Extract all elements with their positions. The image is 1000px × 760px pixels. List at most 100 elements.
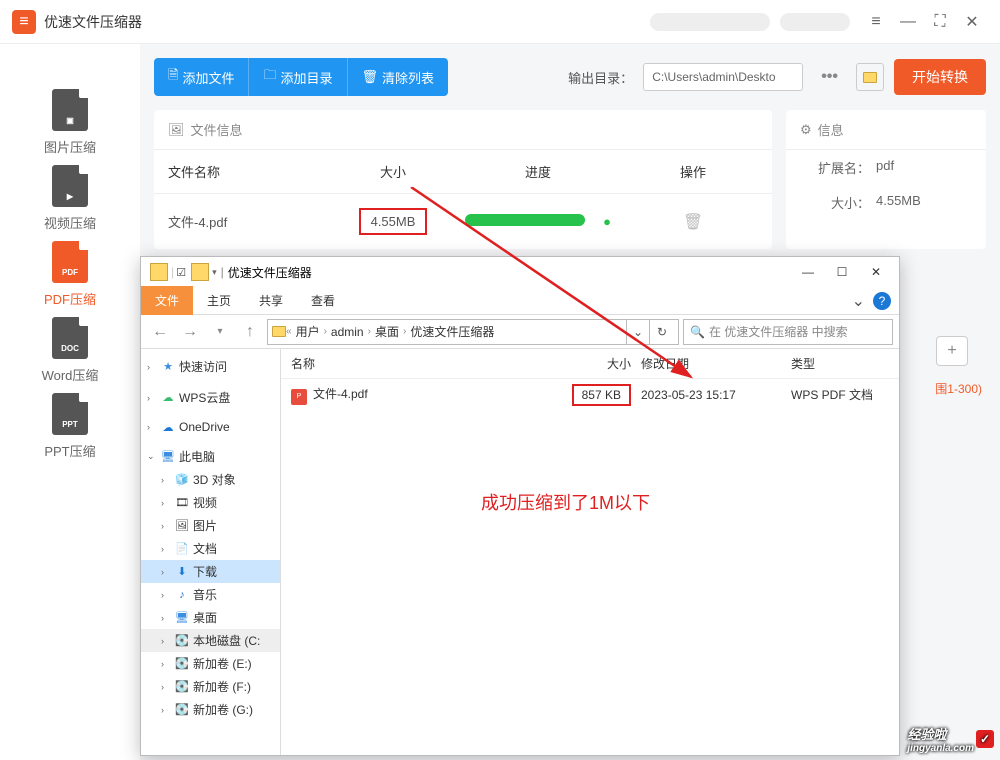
col-progress: 进度 (448, 162, 628, 181)
folder-icon (272, 326, 286, 337)
tree-label: 此电脑 (179, 448, 215, 465)
tree-item[interactable]: ›💽新加卷 (E:) (141, 652, 280, 675)
nav-back-icon[interactable]: ← (147, 319, 173, 345)
list-cell-name: P 文件-4.pdf (291, 385, 561, 405)
tree-wps[interactable]: ›☁WPS云盘 (141, 386, 280, 409)
delete-row-button[interactable]: 🗑 (683, 214, 703, 231)
info-ext: 扩展名：pdf (786, 150, 986, 185)
add-file-button[interactable]: 🗎添加文件 (154, 58, 248, 96)
tree-item[interactable]: ›💽新加卷 (G:) (141, 698, 280, 721)
cell-size: 4.55MB (338, 208, 448, 235)
watermark-check-icon: ✓ (976, 730, 994, 748)
tree-quick-access[interactable]: ›★快速访问 (141, 355, 280, 378)
explorer-maximize-icon[interactable]: ☐ (825, 260, 859, 284)
ribbon-tab-home[interactable]: 主页 (193, 286, 245, 315)
sidebar-item-video[interactable]: ▶ 视频压缩 (0, 160, 140, 236)
ribbon-tab-view[interactable]: 查看 (297, 286, 349, 315)
file-name: 文件-4.pdf (313, 387, 368, 401)
sidebar-item-image[interactable]: ▣ 图片压缩 (0, 84, 140, 160)
tree-label: 下载 (193, 563, 217, 580)
crumb[interactable]: 用户 (292, 323, 324, 340)
nav-history-icon[interactable]: ▾ (207, 319, 233, 345)
browse-dots-button[interactable]: ••• (813, 64, 846, 90)
tree-item-downloads[interactable]: ›⬇下载 (141, 560, 280, 583)
progress-bar (465, 214, 585, 226)
tree-label: OneDrive (179, 420, 230, 434)
qat-checkbox-icon[interactable]: ☑ (174, 265, 188, 279)
sidebar-item-ppt[interactable]: PPT PPT压缩 (0, 388, 140, 464)
menu-icon[interactable]: ≡ (860, 6, 892, 38)
pdf-icon: P (291, 389, 307, 405)
address-input[interactable]: « 用户› admin› 桌面› 优速文件压缩器 ⌄ ↻ (267, 319, 679, 345)
crumb[interactable]: 桌面 (371, 323, 403, 340)
list-col-type[interactable]: 类型 (791, 355, 889, 372)
tree-item[interactable]: ›🖥桌面 (141, 606, 280, 629)
sidebar-item-pdf[interactable]: PDF PDF压缩 (0, 236, 140, 312)
minimize-icon[interactable]: — (892, 6, 924, 38)
tree-label: 3D 对象 (193, 471, 236, 488)
close-icon[interactable]: ✕ (956, 6, 988, 38)
explorer-close-icon[interactable]: ✕ (859, 260, 893, 284)
ppt-file-icon: PPT (52, 393, 88, 435)
explorer-minimize-icon[interactable]: — (791, 260, 825, 284)
help-icon[interactable]: ? (873, 292, 891, 310)
folder-icon-2 (191, 263, 209, 281)
tree-label: 文档 (193, 540, 217, 557)
explorer-title: 优速文件压缩器 (228, 264, 312, 281)
sidebar-item-word[interactable]: DOC Word压缩 (0, 312, 140, 388)
crumb[interactable]: admin (327, 325, 368, 339)
list-col-size[interactable]: 大小 (561, 355, 641, 372)
video-file-icon: ▶ (52, 165, 88, 207)
cell-name: 文件-4.pdf (168, 212, 338, 231)
tree-item[interactable]: ›📄文档 (141, 537, 280, 560)
info-size: 大小：4.55MB (786, 185, 986, 220)
explorer-tree: ›★快速访问 ›☁WPS云盘 ›☁OneDrive ⌄🖥此电脑 ›🧊3D 对象 … (141, 349, 281, 755)
clear-list-button[interactable]: 🗑清除列表 (347, 58, 449, 96)
list-cell-size: 857 KB (561, 388, 641, 402)
open-folder-button[interactable] (856, 63, 884, 91)
search-input[interactable]: 🔍 在 优速文件压缩器 中搜索 (683, 319, 893, 345)
tree-item[interactable]: ›🖼图片 (141, 514, 280, 537)
output-dir-input[interactable] (643, 63, 803, 91)
search-icon: 🔍 (690, 325, 705, 339)
explorer-body: ›★快速访问 ›☁WPS云盘 ›☁OneDrive ⌄🖥此电脑 ›🧊3D 对象 … (141, 349, 899, 755)
file-panel: 🖼文件信息 文件名称 大小 进度 操作 文件-4.pdf 4.55MB ● 🗑 (154, 110, 772, 249)
col-name: 文件名称 (168, 162, 338, 181)
sidebar: ▣ 图片压缩 ▶ 视频压缩 PDF PDF压缩 DOC Word压缩 PPT P… (0, 44, 140, 760)
ribbon-tab-share[interactable]: 共享 (245, 286, 297, 315)
tree-item[interactable]: ›♪音乐 (141, 583, 280, 606)
app-title: 优速文件压缩器 (44, 12, 142, 32)
user-info-blurred (650, 13, 770, 31)
add-dir-button[interactable]: 🗀添加目录 (248, 58, 346, 96)
gear-icon: ⚙ (800, 122, 812, 138)
table-row: 文件-4.pdf 4.55MB ● 🗑 (154, 194, 772, 249)
tree-item[interactable]: ›💽本地磁盘 (C: (141, 629, 280, 652)
crumb[interactable]: 优速文件压缩器 (406, 323, 498, 340)
nav-up-icon[interactable]: ↑ (237, 319, 263, 345)
tree-onedrive[interactable]: ›☁OneDrive (141, 417, 280, 437)
file-info-label: 文件信息 (191, 120, 243, 139)
tree-label: 图片 (193, 517, 217, 534)
tree-item[interactable]: ›🧊3D 对象 (141, 468, 280, 491)
sidebar-item-label: PDF压缩 (44, 289, 96, 308)
nav-forward-icon[interactable]: → (177, 319, 203, 345)
maximize-icon[interactable]: ⛶ (924, 6, 956, 38)
list-col-date[interactable]: 修改日期 (641, 355, 791, 372)
refresh-icon[interactable]: ↻ (650, 320, 674, 344)
search-placeholder: 在 优速文件压缩器 中搜索 (709, 323, 848, 340)
sidebar-item-label: Word压缩 (42, 365, 99, 384)
size-highlight: 4.55MB (359, 208, 428, 235)
qat-dropdown-icon[interactable]: ▾ (212, 267, 217, 278)
tree-this-pc[interactable]: ⌄🖥此电脑 (141, 445, 280, 468)
ribbon-tab-file[interactable]: 文件 (141, 286, 193, 315)
address-dropdown-icon[interactable]: ⌄ (626, 320, 650, 344)
start-convert-button[interactable]: 开始转换 (894, 59, 986, 95)
add-button[interactable]: + (936, 336, 968, 366)
list-col-name[interactable]: 名称 (291, 355, 561, 372)
list-row[interactable]: P文件-4.pdf 857 KB 2023-05-23 15:17 WPS PD… (281, 379, 899, 411)
tree-item[interactable]: ›🎞视频 (141, 491, 280, 514)
file-plus-icon: 🗎 (168, 66, 178, 88)
ribbon-collapse-icon[interactable]: ⌄ (852, 291, 865, 311)
add-dir-label: 添加目录 (280, 68, 332, 87)
tree-item[interactable]: ›💽新加卷 (F:) (141, 675, 280, 698)
